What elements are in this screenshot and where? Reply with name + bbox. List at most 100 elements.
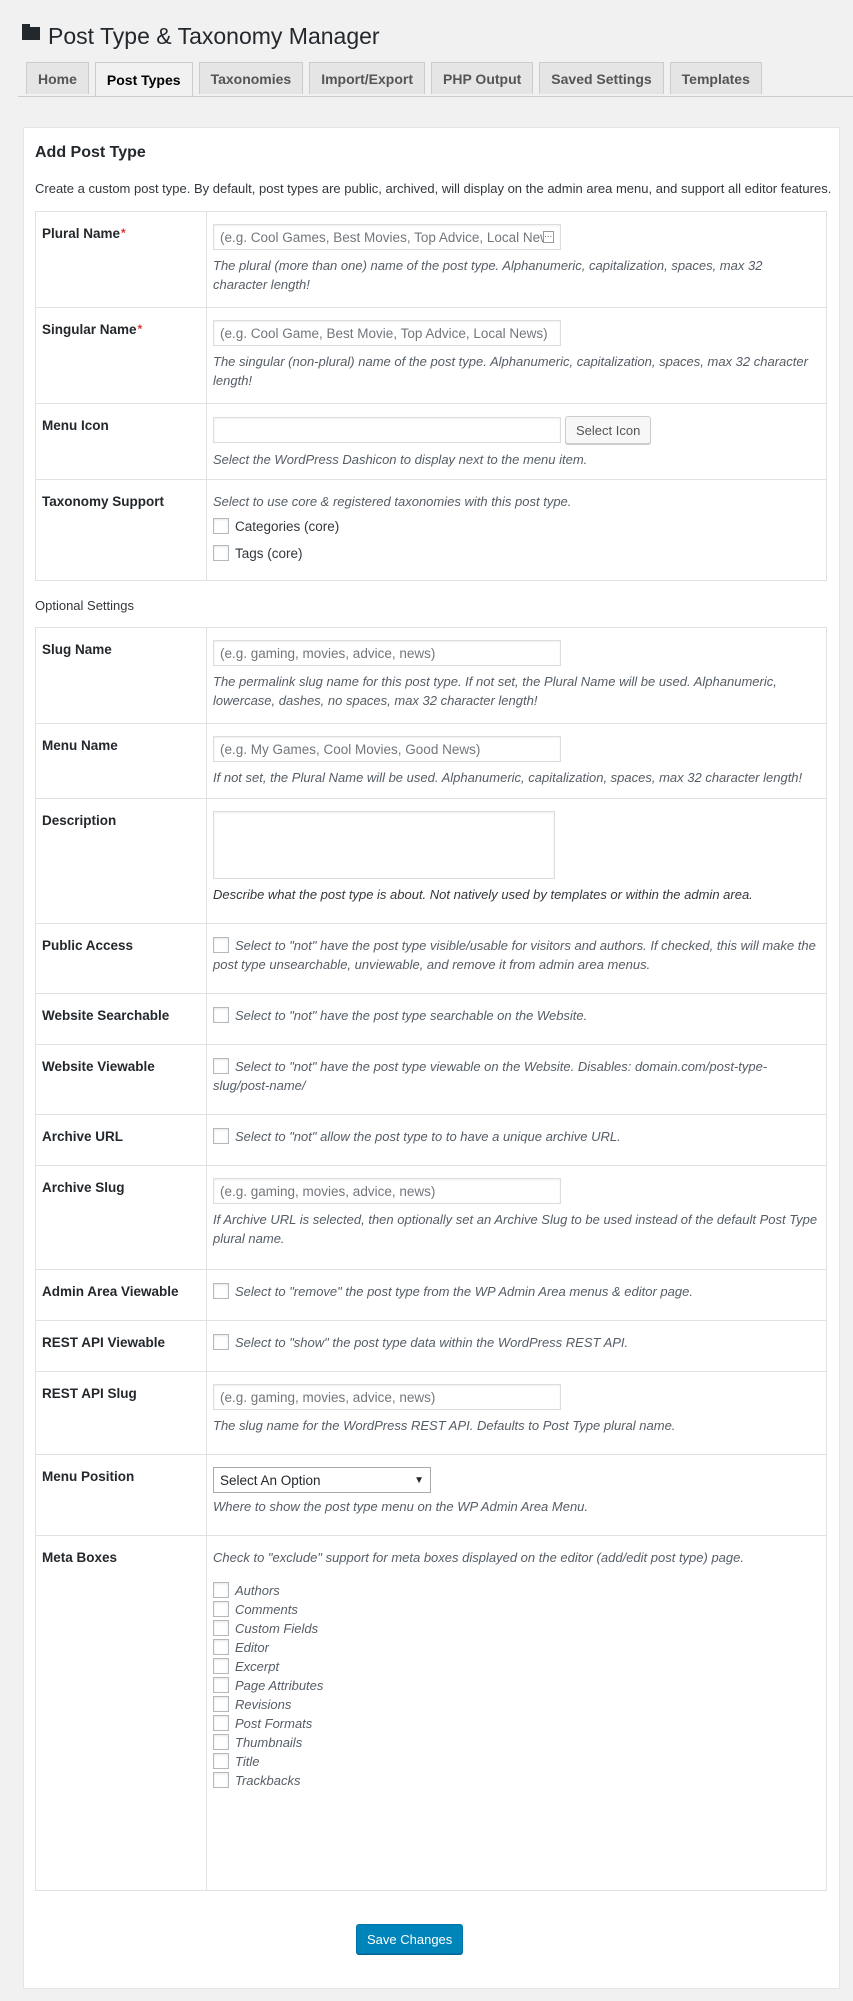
website-searchable-row: Website Searchable Select to "not" have … <box>35 993 827 1045</box>
nav-tabs: Home Post Types Taxonomies Import/Export… <box>26 62 762 97</box>
optional-settings-title: Optional Settings <box>35 598 135 613</box>
website-searchable-desc: Select to "not" have the post type searc… <box>235 1008 588 1023</box>
revisions-checkbox[interactable] <box>213 1696 229 1712</box>
menu-icon-input[interactable] <box>213 417 561 443</box>
plural-name-desc: The plural (more than one) name of the p… <box>213 258 763 292</box>
menu-name-row: Menu Name (e.g. My Games, Cool Movies, G… <box>35 723 827 799</box>
folder-icon <box>22 23 40 40</box>
plural-name-row: Plural Name* (e.g. Cool Games, Best Movi… <box>35 211 827 308</box>
thumbnails-checkbox[interactable] <box>213 1734 229 1750</box>
tab-taxonomies[interactable]: Taxonomies <box>198 62 304 94</box>
menu-name-desc: If not set, the Plural Name will be used… <box>213 770 803 785</box>
public-access-desc: Select to "not" have the post type visib… <box>213 938 816 972</box>
website-viewable-checkbox[interactable] <box>213 1058 229 1074</box>
archive-slug-input[interactable]: (e.g. gaming, movies, advice, news) <box>213 1178 561 1204</box>
menu-position-row: Menu Position Select An Option ▼ Where to… <box>35 1454 827 1536</box>
rest-api-viewable-label: REST API Viewable <box>35 1320 207 1372</box>
comments-checkbox[interactable] <box>213 1601 229 1617</box>
required-settings-table: Plural Name* (e.g. Cool Games, Best Movi… <box>35 211 827 581</box>
trackbacks-checkbox[interactable] <box>213 1772 229 1788</box>
admin-area-viewable-label: Admin Area Viewable <box>35 1269 207 1321</box>
admin-area-viewable-row: Admin Area Viewable Select to "remove" t… <box>35 1269 827 1321</box>
tab-php-output[interactable]: PHP Output <box>431 62 534 94</box>
admin-area-viewable-checkbox[interactable] <box>213 1283 229 1299</box>
website-viewable-label: Website Viewable <box>35 1044 207 1115</box>
meta-boxes-row: Meta Boxes Check to "exclude" support fo… <box>35 1535 827 1891</box>
tab-saved-settings[interactable]: Saved Settings <box>539 62 664 94</box>
custom-fields-checkbox[interactable] <box>213 1620 229 1636</box>
menu-position-select[interactable]: Select An Option ▼ <box>213 1467 431 1493</box>
meta-box-page-attributes[interactable]: Page Attributes <box>213 1676 820 1695</box>
rest-api-slug-row: REST API Slug (e.g. gaming, movies, advi… <box>35 1371 827 1455</box>
website-searchable-checkbox[interactable] <box>213 1007 229 1023</box>
public-access-row: Public Access Select to "not" have the p… <box>35 923 827 994</box>
tab-templates[interactable]: Templates <box>669 62 762 94</box>
menu-name-label: Menu Name <box>35 723 207 799</box>
excerpt-checkbox[interactable] <box>213 1658 229 1674</box>
taxonomy-option-tags[interactable]: Tags (core) <box>213 540 820 567</box>
description-label: Description <box>35 798 207 924</box>
meta-boxes-label: Meta Boxes <box>35 1535 207 1891</box>
rest-api-slug-label: REST API Slug <box>35 1371 207 1455</box>
rest-api-viewable-checkbox[interactable] <box>213 1334 229 1350</box>
website-searchable-label: Website Searchable <box>35 993 207 1045</box>
description-textarea[interactable] <box>213 811 555 879</box>
tab-home[interactable]: Home <box>26 62 89 94</box>
singular-name-desc: The singular (non-plural) name of the po… <box>213 354 808 388</box>
categories-checkbox[interactable] <box>213 518 229 534</box>
rest-api-viewable-desc: Select to "show" the post type data with… <box>235 1335 629 1350</box>
meta-box-comments[interactable]: Comments <box>213 1600 820 1619</box>
website-viewable-row: Website Viewable Select to "not" have th… <box>35 1044 827 1115</box>
menu-icon-row: Menu Icon Select Icon Select the WordPre… <box>35 403 827 480</box>
taxonomy-support-row: Taxonomy Support Select to use core & re… <box>35 479 827 581</box>
menu-position-desc: Where to show the post type menu on the … <box>213 1499 589 1514</box>
page-header: Post Type & Taxonomy Manager <box>22 20 380 52</box>
meta-box-editor[interactable]: Editor <box>213 1638 820 1657</box>
archive-slug-row: Archive Slug (e.g. gaming, movies, advic… <box>35 1165 827 1270</box>
required-asterisk: * <box>137 322 143 336</box>
meta-box-authors[interactable]: Authors <box>213 1581 820 1600</box>
public-access-checkbox[interactable] <box>213 937 229 953</box>
meta-box-thumbnails[interactable]: Thumbnails <box>213 1733 820 1752</box>
archive-url-checkbox[interactable] <box>213 1128 229 1144</box>
slug-name-label: Slug Name <box>35 627 207 724</box>
plural-name-input[interactable]: (e.g. Cool Games, Best Movies, Top Advic… <box>213 224 561 250</box>
save-changes-button[interactable]: Save Changes <box>356 1924 464 1954</box>
menu-name-input[interactable]: (e.g. My Games, Cool Movies, Good News) <box>213 736 561 762</box>
meta-box-post-formats[interactable]: Post Formats <box>213 1714 820 1733</box>
section-intro: Create a custom post type. By default, p… <box>35 181 832 196</box>
editor-checkbox[interactable] <box>213 1639 229 1655</box>
archive-url-desc: Select to "not" allow the post type to t… <box>235 1129 621 1144</box>
archive-url-label: Archive URL <box>35 1114 207 1166</box>
page-title: Post Type & Taxonomy Manager <box>48 22 380 49</box>
tags-checkbox[interactable] <box>213 545 229 561</box>
singular-name-input[interactable]: (e.g. Cool Game, Best Movie, Top Advice,… <box>213 320 561 346</box>
meta-box-custom-fields[interactable]: Custom Fields <box>213 1619 820 1638</box>
post-formats-checkbox[interactable] <box>213 1715 229 1731</box>
chevron-down-icon: ▼ <box>414 1474 424 1486</box>
rest-api-viewable-row: REST API Viewable Select to "show" the p… <box>35 1320 827 1372</box>
tab-import-export[interactable]: Import/Export <box>309 62 425 94</box>
page-attributes-checkbox[interactable] <box>213 1677 229 1693</box>
taxonomy-option-categories[interactable]: Categories (core) <box>213 513 820 540</box>
tab-post-types[interactable]: Post Types <box>94 62 193 97</box>
authors-checkbox[interactable] <box>213 1582 229 1598</box>
autofill-icon[interactable]: ⋯ <box>542 231 554 243</box>
menu-icon-desc: Select the WordPress Dashicon to display… <box>213 452 588 467</box>
archive-slug-desc: If Archive URL is selected, then optiona… <box>213 1212 818 1246</box>
meta-box-trackbacks[interactable]: Trackbacks <box>213 1771 820 1790</box>
singular-name-row: Singular Name* (e.g. Cool Game, Best Mov… <box>35 307 827 404</box>
meta-box-title[interactable]: Title <box>213 1752 820 1771</box>
meta-box-revisions[interactable]: Revisions <box>213 1695 820 1714</box>
section-heading: Add Post Type <box>35 144 146 161</box>
select-icon-button[interactable]: Select Icon <box>565 416 652 444</box>
title-checkbox[interactable] <box>213 1753 229 1769</box>
rest-api-slug-input[interactable]: (e.g. gaming, movies, advice, news) <box>213 1384 561 1410</box>
optional-settings-table: Slug Name (e.g. gaming, movies, advice, … <box>35 627 827 1891</box>
slug-name-input[interactable]: (e.g. gaming, movies, advice, news) <box>213 640 561 666</box>
rest-api-slug-desc: The slug name for the WordPress REST API… <box>213 1418 676 1433</box>
required-asterisk: * <box>121 226 126 240</box>
description-row: Description Describe what the post type … <box>35 798 827 924</box>
website-viewable-desc: Select to "not" have the post type viewa… <box>213 1059 768 1093</box>
meta-box-excerpt[interactable]: Excerpt <box>213 1657 820 1676</box>
